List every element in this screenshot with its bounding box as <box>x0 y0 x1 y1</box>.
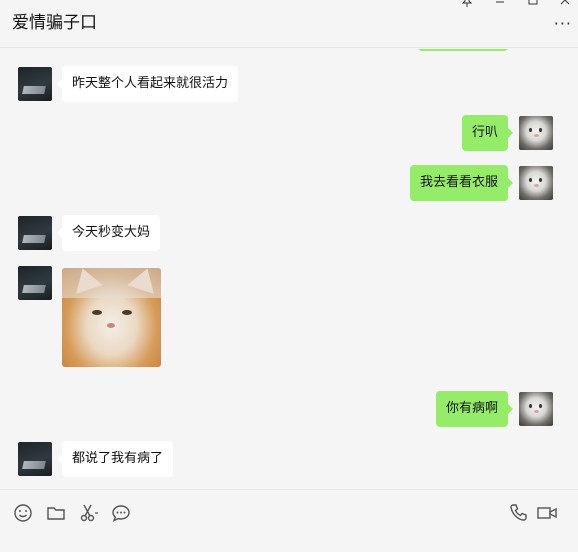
close-icon[interactable] <box>558 0 572 8</box>
message-bubble-incoming[interactable]: 今天秒变大妈 <box>56 215 161 251</box>
partial-outgoing-bubble <box>418 49 508 51</box>
folder-icon[interactable] <box>45 502 67 524</box>
maximize-icon[interactable] <box>526 0 540 8</box>
contact-avatar[interactable] <box>18 67 52 101</box>
my-avatar[interactable] <box>519 392 553 426</box>
video-call-icon[interactable] <box>536 502 558 524</box>
cat-sticker[interactable] <box>62 268 161 367</box>
chat-history-icon[interactable] <box>110 502 132 524</box>
title-bar: 爱情骗子口 ··· <box>0 0 578 48</box>
message-bubble-incoming[interactable]: 昨天整个人看起来就很活力 <box>56 66 239 102</box>
scissors-icon[interactable] <box>78 502 100 524</box>
chat-title: 爱情骗子口 <box>12 13 97 33</box>
message-bubble-outgoing[interactable]: 我去看看衣服 <box>409 165 514 201</box>
contact-avatar[interactable] <box>18 442 52 476</box>
pin-icon[interactable] <box>460 0 474 8</box>
phone-icon[interactable] <box>508 502 530 524</box>
message-bubble-incoming[interactable]: 都说了我有病了 <box>56 441 174 477</box>
message-area[interactable]: 昨天整个人看起来就很活力 行叭 我去看看衣服 今天秒变大妈 你有病啊 都说了我有… <box>0 49 578 489</box>
more-options-icon[interactable]: ··· <box>554 16 572 32</box>
message-bubble-outgoing[interactable]: 行叭 <box>461 115 514 151</box>
contact-avatar[interactable] <box>18 216 52 250</box>
minimize-icon[interactable] <box>493 0 507 8</box>
message-bubble-outgoing[interactable]: 你有病啊 <box>435 391 514 427</box>
my-avatar[interactable] <box>519 116 553 150</box>
input-toolbar <box>0 489 578 552</box>
emoji-icon[interactable] <box>12 502 34 524</box>
my-avatar[interactable] <box>519 166 553 200</box>
contact-avatar[interactable] <box>18 266 52 300</box>
